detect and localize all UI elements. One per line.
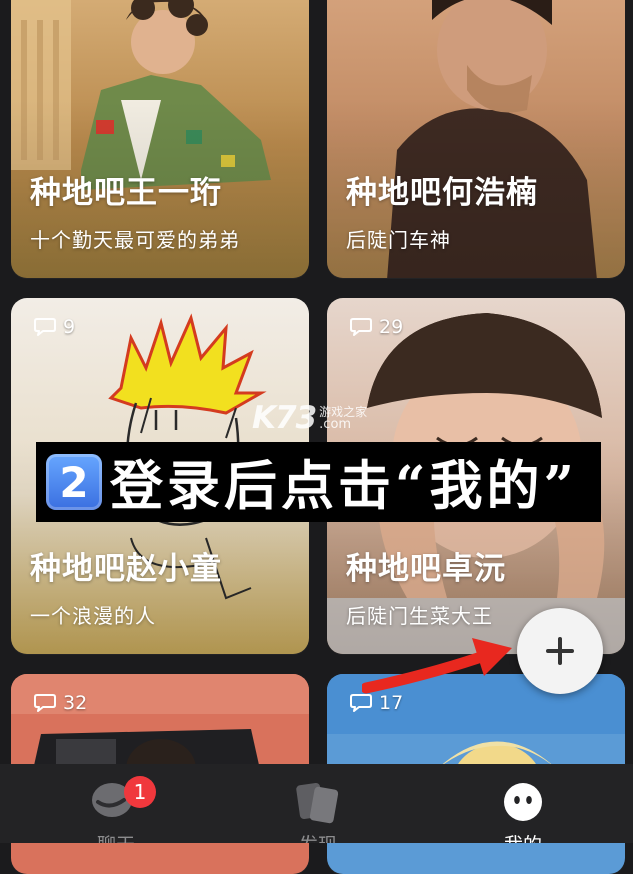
card-title: 种地吧王一珩 <box>30 175 222 211</box>
comment-count: 9 <box>33 316 75 338</box>
discover-icon <box>296 783 339 824</box>
comment-count: 29 <box>349 316 403 338</box>
tab-label: 发现 <box>258 830 378 843</box>
comment-bubble-icon <box>350 318 372 336</box>
add-button[interactable] <box>517 608 603 694</box>
watermark: K73 游戏之家 .com <box>252 400 367 436</box>
watermark-site-name: 游戏之家 <box>319 404 368 419</box>
card-he-haonan[interactable]: 种地吧何浩楠 后陡门车神 <box>327 0 625 278</box>
unread-badge: 1 <box>124 776 156 808</box>
comment-count: 32 <box>33 692 87 714</box>
tab-label: 聊天 <box>56 830 176 843</box>
card-title: 种地吧卓沅 <box>346 551 506 587</box>
card-subtitle: 后陡门车神 <box>346 228 451 252</box>
card-title: 种地吧何浩楠 <box>346 175 538 211</box>
step-number-badge: 2 <box>46 454 102 510</box>
bottom-tab-bar: 1 聊天 发现 我的 <box>0 764 633 843</box>
tab-label: 我的 <box>463 830 583 843</box>
instruction-banner: 2 登录后点击“我的” <box>36 442 601 522</box>
card-title: 种地吧赵小童 <box>30 551 222 587</box>
watermark-logo: K73 <box>252 400 317 436</box>
comment-bubble-icon <box>34 694 56 712</box>
comment-bubble-icon <box>34 318 56 336</box>
card-subtitle: 一个浪漫的人 <box>30 604 156 628</box>
tab-discover[interactable]: 发现 <box>258 764 378 843</box>
card-subtitle: 十个勤天最可爱的弟弟 <box>30 228 240 252</box>
tab-profile[interactable]: 我的 <box>463 764 583 843</box>
watermark-domain: .com <box>319 416 352 432</box>
tab-chat[interactable]: 1 聊天 <box>56 764 176 843</box>
comment-count-value: 32 <box>63 692 88 714</box>
profile-icon <box>504 783 542 821</box>
plus-icon <box>546 637 574 665</box>
red-arrow-annotation <box>362 638 512 694</box>
instruction-text: 登录后点击“我的” <box>110 455 578 517</box>
card-wang-yiheng[interactable]: 种地吧王一珩 十个勤天最可爱的弟弟 <box>11 0 309 278</box>
comment-count-value: 9 <box>63 316 76 338</box>
comment-count-value: 29 <box>379 316 404 338</box>
